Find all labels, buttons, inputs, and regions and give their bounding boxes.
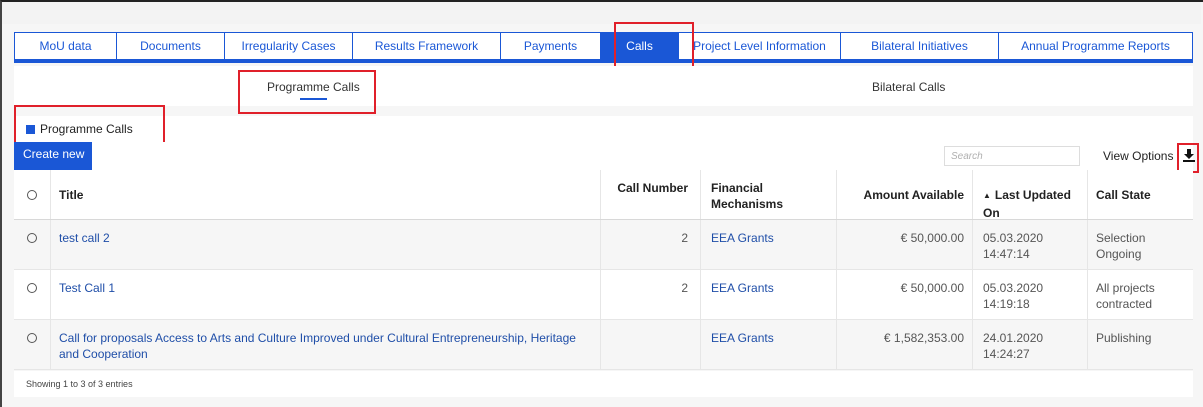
- square-icon: [26, 124, 35, 134]
- tab-annual-programme-reports[interactable]: Annual Programme Reports: [998, 32, 1193, 60]
- tab-project-level-information[interactable]: Project Level Information: [678, 32, 840, 60]
- calls-table: Title Call Number Financial Mechanisms A…: [14, 170, 1193, 370]
- header-financial-mechanisms[interactable]: Financial Mechanisms: [700, 170, 836, 219]
- call-number: 2: [600, 220, 700, 269]
- row-select-cell: [14, 320, 50, 369]
- table-row: Test Call 1 2 EEA Grants € 50,000.00 05.…: [14, 270, 1193, 320]
- tab-payments[interactable]: Payments: [500, 32, 600, 60]
- sub-tabs: Programme Calls Bilateral Calls: [14, 66, 1193, 106]
- last-updated-time: 14:19:18: [983, 297, 1030, 311]
- tab-calls[interactable]: Calls: [600, 32, 678, 60]
- call-state: Publishing: [1087, 320, 1193, 369]
- amount-available: € 50,000.00: [836, 220, 972, 269]
- download-icon[interactable]: [1180, 146, 1198, 164]
- call-title-link[interactable]: Call for proposals Access to Arts and Cu…: [50, 320, 600, 369]
- table-toolbar: Create new View Options: [14, 142, 1195, 170]
- last-updated-date: 05.03.2020: [983, 281, 1044, 295]
- tab-irregularity-cases[interactable]: Irregularity Cases: [224, 32, 352, 60]
- top-strip: [2, 2, 1201, 24]
- table-row: Call for proposals Access to Arts and Cu…: [14, 320, 1193, 370]
- header-last-updated-label: Last Updated On: [983, 188, 1071, 220]
- subtab-programme-calls[interactable]: Programme Calls: [267, 80, 360, 100]
- view-options-button[interactable]: View Options: [1103, 149, 1173, 163]
- header-title[interactable]: Title: [50, 170, 600, 219]
- last-updated-time: 14:24:27: [983, 347, 1030, 361]
- main-tabs: MoU data Documents Irregularity Cases Re…: [14, 32, 1193, 63]
- amount-available: € 1,582,353.00: [836, 320, 972, 369]
- subtab-bilateral-calls[interactable]: Bilateral Calls: [872, 80, 945, 94]
- tab-results-framework[interactable]: Results Framework: [352, 32, 500, 60]
- tab-documents[interactable]: Documents: [116, 32, 224, 60]
- entries-info: Showing 1 to 3 of 3 entries: [26, 379, 133, 389]
- call-number: 2: [600, 270, 700, 319]
- amount-available: € 50,000.00: [836, 270, 972, 319]
- call-title-link[interactable]: test call 2: [50, 220, 600, 269]
- select-all-radio[interactable]: [27, 190, 37, 200]
- header-last-updated-on[interactable]: ▲ Last Updated On: [972, 170, 1087, 220]
- row-radio[interactable]: [27, 333, 37, 343]
- create-new-button[interactable]: Create new: [14, 142, 92, 170]
- row-radio[interactable]: [27, 283, 37, 293]
- table-footer: Showing 1 to 3 of 3 entries: [14, 371, 1193, 397]
- tab-bilateral-initiatives[interactable]: Bilateral Initiatives: [840, 32, 998, 60]
- financial-mechanism: EEA Grants: [700, 270, 836, 319]
- header-call-number[interactable]: Call Number: [600, 170, 700, 219]
- financial-mechanism: EEA Grants: [700, 320, 836, 369]
- call-number: [600, 320, 700, 369]
- last-updated-date: 05.03.2020: [983, 231, 1044, 245]
- row-radio[interactable]: [27, 233, 37, 243]
- last-updated-date: 24.01.2020: [983, 331, 1044, 345]
- panel-title: Programme Calls: [40, 122, 133, 136]
- last-updated: 05.03.2020 14:19:18: [972, 270, 1087, 319]
- search-input[interactable]: [944, 146, 1080, 166]
- table-row: test call 2 2 EEA Grants € 50,000.00 05.…: [14, 220, 1193, 270]
- last-updated-time: 14:47:14: [983, 247, 1030, 261]
- panel-header: Programme Calls: [14, 116, 1193, 143]
- call-title-link[interactable]: Test Call 1: [50, 270, 600, 319]
- call-state: Selection Ongoing: [1087, 220, 1193, 269]
- last-updated: 05.03.2020 14:47:14: [972, 220, 1087, 269]
- header-amount-available[interactable]: Amount Available: [836, 170, 972, 219]
- select-all-cell: [14, 170, 50, 219]
- table-header-row: Title Call Number Financial Mechanisms A…: [14, 170, 1193, 220]
- tab-mou-data[interactable]: MoU data: [14, 32, 116, 60]
- last-updated: 24.01.2020 14:24:27: [972, 320, 1087, 369]
- sort-ascending-icon: ▲: [983, 191, 991, 200]
- call-state: All projects contracted: [1087, 270, 1193, 319]
- row-select-cell: [14, 220, 50, 269]
- header-call-state[interactable]: Call State: [1087, 170, 1193, 219]
- financial-mechanism: EEA Grants: [700, 220, 836, 269]
- row-select-cell: [14, 270, 50, 319]
